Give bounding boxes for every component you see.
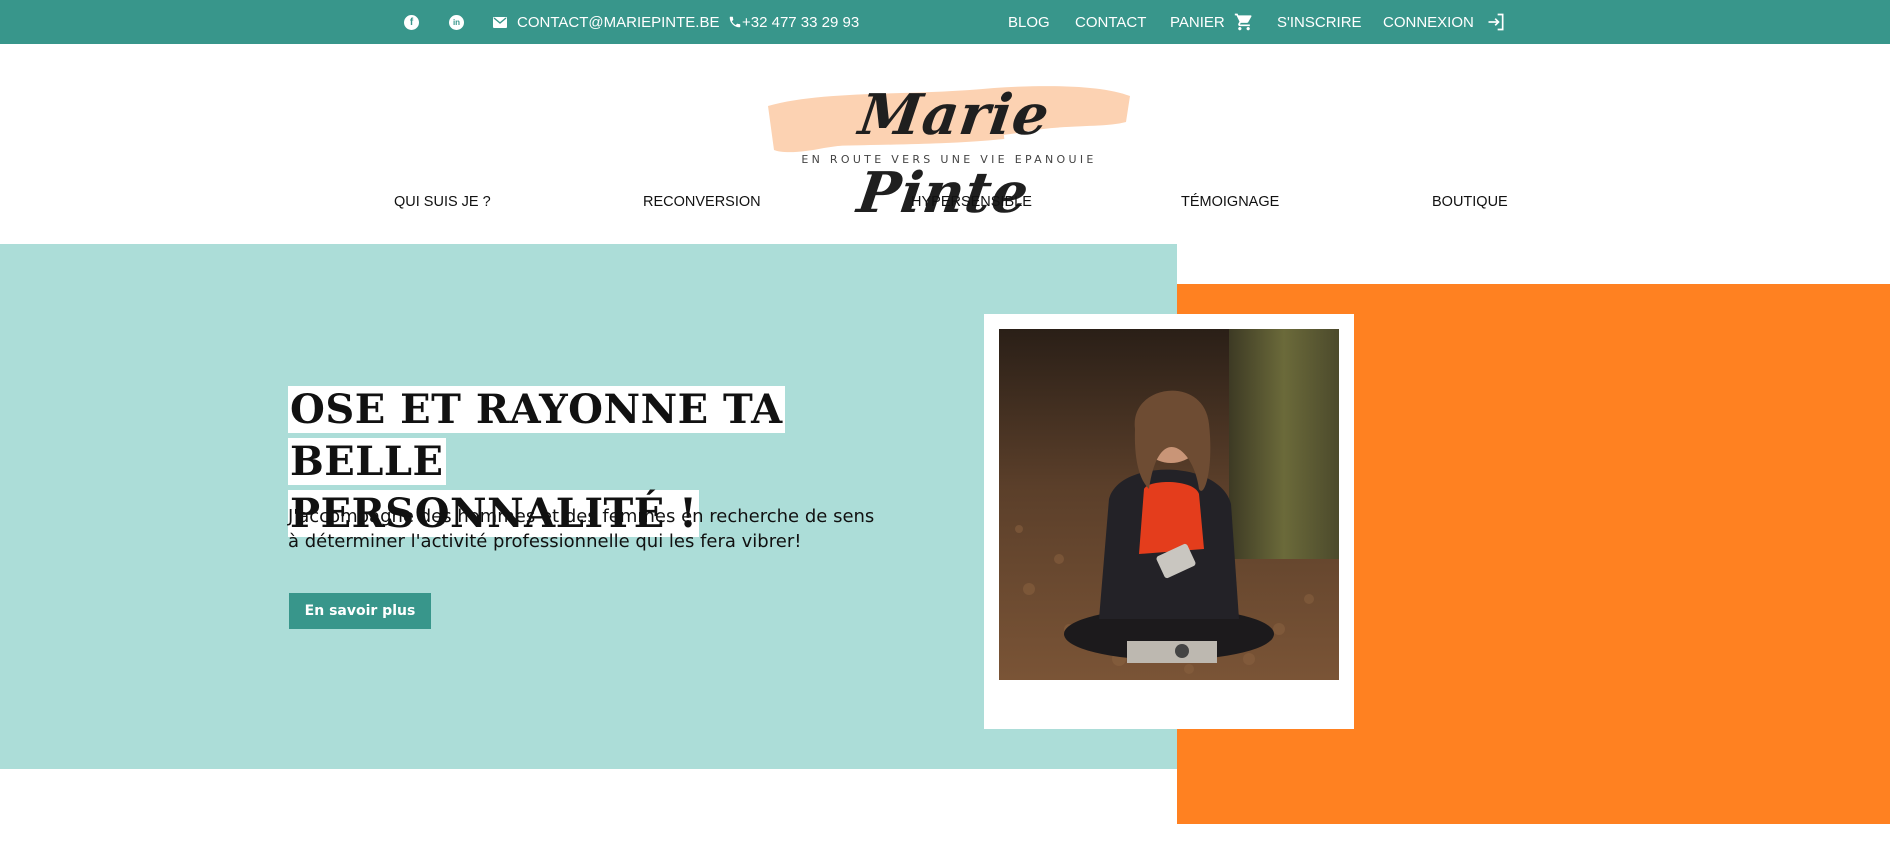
photo-frame xyxy=(984,314,1354,729)
hero-title-line1: OSE ET RAYONNE TA BELLE xyxy=(288,386,785,485)
cart-icon xyxy=(1234,12,1254,32)
phone-text: +32 477 33 29 93 xyxy=(742,13,860,31)
phone-icon xyxy=(728,15,742,29)
contact-link[interactable]: CONTACT xyxy=(1075,0,1146,44)
login-link[interactable]: CONNEXION xyxy=(1383,0,1506,44)
nav-item-qui-suis-je[interactable]: QUI SUIS JE ? xyxy=(394,194,491,210)
nav-item-hypersensible[interactable]: HYPERSENSIBLE xyxy=(911,194,1032,210)
blog-link[interactable]: BLOG xyxy=(1008,0,1050,44)
learn-more-button[interactable]: En savoir plus xyxy=(289,593,431,629)
email-link[interactable]: CONTACT@MARIEPINTE.BE xyxy=(493,0,719,44)
cart-link[interactable]: PANIER xyxy=(1170,0,1254,44)
email-text: CONTACT@MARIEPINTE.BE xyxy=(517,13,720,31)
register-link[interactable]: S'INSCRIRE xyxy=(1277,0,1362,44)
hero-subtitle: J'accompagne des hommes et des femmes en… xyxy=(288,506,875,552)
portrait-photo xyxy=(999,329,1339,680)
login-icon xyxy=(1486,12,1506,32)
nav-item-reconversion[interactable]: RECONVERSION xyxy=(643,194,761,210)
logo-tagline: EN ROUTE VERS UNE VIE EPANOUIE xyxy=(801,153,1097,166)
linkedin-link[interactable]: in xyxy=(449,0,464,44)
phone-link[interactable]: +32 477 33 29 93 xyxy=(728,0,859,44)
linkedin-icon: in xyxy=(449,14,464,30)
site-logo[interactable]: Marie Pinte EN ROUTE VERS UNE VIE EPANOU… xyxy=(764,76,1134,226)
facebook-icon: f xyxy=(404,14,419,30)
cart-label: PANIER xyxy=(1170,13,1225,31)
login-label: CONNEXION xyxy=(1383,13,1474,31)
mail-icon xyxy=(493,16,507,28)
nav-item-boutique[interactable]: BOUTIQUE xyxy=(1432,194,1508,210)
facebook-link[interactable]: f xyxy=(404,0,419,44)
top-bar: f in CONTACT@MARIEPINTE.BE +32 477 33 29… xyxy=(0,0,1890,44)
nav-item-temoignage[interactable]: TÉMOIGNAGE xyxy=(1181,194,1279,210)
